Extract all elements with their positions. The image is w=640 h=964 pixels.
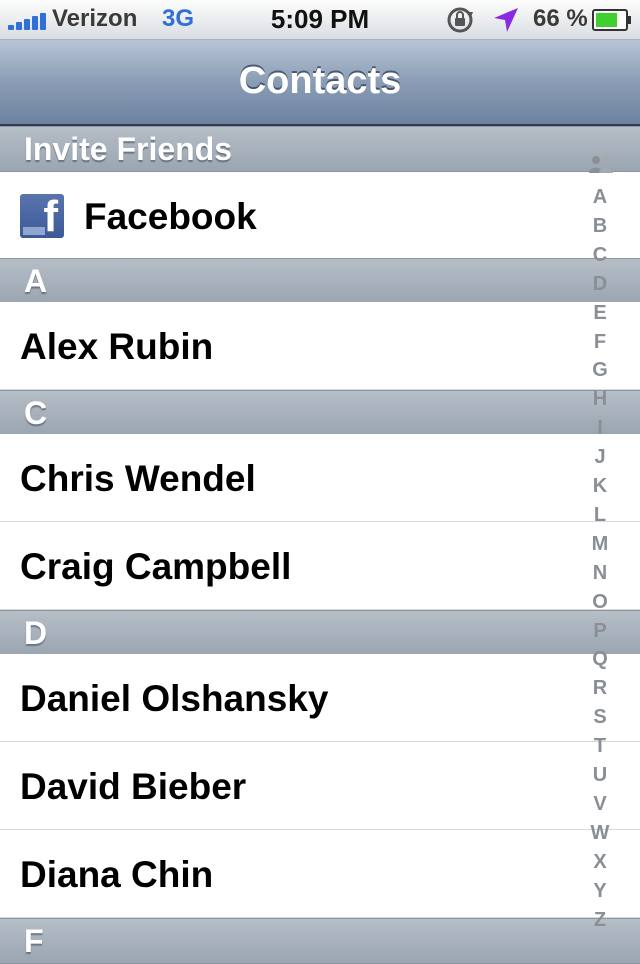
contact-row[interactable]: Chris Wendel — [0, 434, 640, 522]
contact-row[interactable]: David Bieber — [0, 742, 640, 830]
section-header-d: D — [0, 610, 640, 656]
contact-name: Daniel Olshansky — [20, 678, 329, 719]
contact-name: David Bieber — [20, 766, 247, 807]
index-letter-d[interactable]: D — [582, 273, 618, 296]
section-header-label: Invite Friends — [24, 131, 233, 167]
index-letter-e[interactable]: E — [582, 302, 618, 325]
section-header-label: A — [24, 263, 48, 299]
index-letter-x[interactable]: X — [582, 851, 618, 874]
index-letter-v[interactable]: V — [582, 793, 618, 816]
list-item-label: Facebook — [84, 196, 257, 237]
index-letter-g[interactable]: G — [582, 359, 618, 382]
section-header-invite-friends: Invite Friends — [0, 126, 640, 172]
navigation-bar: Contacts — [0, 40, 640, 126]
index-letter-b[interactable]: B — [582, 215, 618, 238]
index-letter-n[interactable]: N — [582, 562, 618, 585]
section-header-a: A — [0, 258, 640, 304]
index-letter-s[interactable]: S — [582, 706, 618, 729]
battery-icon — [592, 9, 631, 31]
contact-name: Diana Chin — [20, 854, 214, 895]
list-item-facebook[interactable]: f Facebook — [0, 172, 640, 260]
contact-row[interactable]: Alex Rubin — [0, 302, 640, 390]
status-bar: Verizon 3G 5:09 PM 66 % — [0, 0, 640, 40]
page-title: Contacts — [238, 60, 402, 102]
index-letter-l[interactable]: L — [582, 504, 618, 527]
index-letter-j[interactable]: J — [582, 446, 618, 469]
index-letter-h[interactable]: H — [582, 388, 618, 411]
index-letter-i[interactable]: I — [582, 417, 618, 440]
contact-name: Craig Campbell — [20, 546, 292, 587]
location-icon — [494, 8, 518, 32]
index-letter-c[interactable]: C — [582, 244, 618, 267]
index-letter-o[interactable]: O — [582, 591, 618, 614]
contact-name: Alex Rubin — [20, 326, 214, 367]
index-letter-w[interactable]: W — [582, 822, 618, 845]
index-letter-m[interactable]: M — [582, 533, 618, 556]
facebook-icon: f — [20, 192, 64, 241]
contact-row[interactable]: Daniel Olshansky — [0, 654, 640, 742]
section-header-c: C — [0, 390, 640, 436]
index-letter-q[interactable]: Q — [582, 648, 618, 671]
alphabet-index[interactable]: ABCDEFGHIJKLMNOPQRSTUVWXYZ — [582, 154, 618, 934]
contact-name: Chris Wendel — [20, 458, 256, 499]
index-letter-a[interactable]: A — [582, 186, 618, 209]
orientation-lock-icon — [447, 7, 473, 33]
index-letter-r[interactable]: R — [582, 677, 618, 700]
section-header-label: C — [24, 395, 48, 431]
index-letter-p[interactable]: P — [582, 620, 618, 643]
index-letter-t[interactable]: T — [582, 735, 618, 758]
section-header-label: D — [24, 615, 48, 651]
index-letter-u[interactable]: U — [582, 764, 618, 787]
section-header-f: F — [0, 918, 640, 964]
section-header-label: F — [24, 923, 44, 959]
people-icon[interactable] — [588, 154, 614, 174]
index-letter-f[interactable]: F — [582, 331, 618, 354]
index-letter-z[interactable]: Z — [582, 909, 618, 932]
battery-percent: 66 % — [533, 5, 588, 32]
contact-row[interactable]: Craig Campbell — [0, 522, 640, 610]
index-letter-y[interactable]: Y — [582, 880, 618, 903]
contact-row[interactable]: Diana Chin — [0, 830, 640, 918]
index-letter-k[interactable]: K — [582, 475, 618, 498]
